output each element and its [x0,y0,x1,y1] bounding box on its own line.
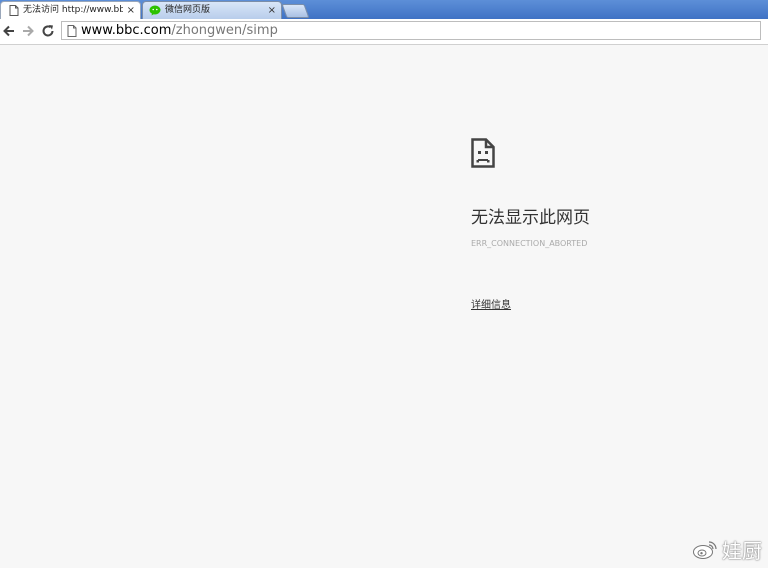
arrow-right-icon [23,25,34,37]
tab-close-button[interactable]: × [268,2,276,19]
error-title: 无法显示此网页 [471,208,590,228]
back-button[interactable] [0,22,18,40]
weibo-logo-icon [693,540,717,559]
tab-title: 微信网页版 [165,5,211,15]
tab-strip: 无法访问 http://www.bbc × 微信网页版 × [0,0,768,19]
page-icon [67,25,77,37]
tab-wechat[interactable]: 微信网页版 × [142,1,282,19]
watermark-text: 娃厨 [722,539,762,563]
url-path: /zhongwen/simp [171,23,278,38]
sad-page-icon [471,138,495,168]
arrow-left-icon [3,25,14,37]
tab-close-button[interactable]: × [127,2,135,19]
reload-icon [42,25,54,37]
tab-bbc-error[interactable]: 无法访问 http://www.bbc × [0,1,141,19]
error-page: 无法显示此网页 ERR_CONNECTION_ABORTED 详细信息 娃厨 [0,45,768,568]
toolbar: www.bbc.com/zhongwen/simp [0,19,768,45]
error-code: ERR_CONNECTION_ABORTED [471,239,588,248]
page-icon [9,5,19,16]
browser-window: 无法访问 http://www.bbc × 微信网页版 × www.bbc.co… [0,0,768,568]
wechat-icon [149,5,161,16]
tab-title: 无法访问 http://www.bbc [23,5,123,15]
address-bar[interactable]: www.bbc.com/zhongwen/simp [61,21,761,40]
watermark: 娃厨 [692,535,762,564]
reload-button[interactable] [39,22,57,40]
forward-button[interactable] [19,22,37,40]
url-host: www.bbc.com [81,23,172,38]
details-link[interactable]: 详细信息 [471,296,511,311]
url-text: www.bbc.com/zhongwen/simp [81,22,278,39]
new-tab-button[interactable] [281,4,310,18]
